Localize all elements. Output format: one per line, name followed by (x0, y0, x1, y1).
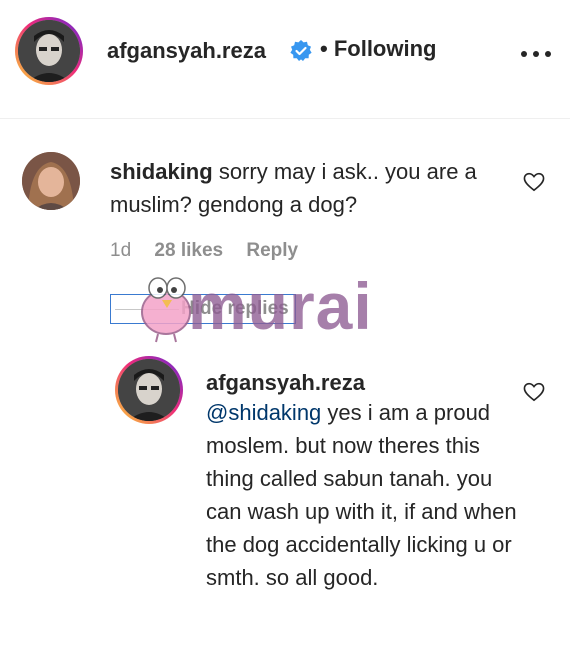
comment-likes[interactable]: 28 likes (154, 240, 223, 261)
heart-icon[interactable] (523, 172, 545, 192)
commenter-avatar[interactable] (22, 152, 80, 210)
reply-button[interactable]: Reply (246, 240, 298, 261)
following-label: Following (333, 36, 437, 61)
commenter-username[interactable]: shidaking (110, 159, 213, 184)
comment-age: 1d (110, 240, 132, 261)
reply-avatar[interactable] (115, 356, 183, 424)
reply-text: yes i am a proud moslem. but now theres … (206, 400, 517, 590)
header-avatar[interactable] (15, 17, 83, 85)
avatar-photo (18, 20, 80, 82)
reply-mention[interactable]: @shidaking (206, 400, 321, 425)
reply-body: @shidaking yes i am a proud moslem. but … (206, 396, 526, 594)
reply-username[interactable]: afgansyah.reza (206, 370, 365, 396)
watermark-text: murai (188, 269, 373, 343)
follow-status[interactable]: • Following (320, 36, 436, 62)
avatar-photo (118, 359, 180, 421)
separator-dot: • (320, 36, 328, 61)
heart-icon[interactable] (523, 382, 545, 402)
comment-meta: 1d 28 likes Reply (110, 240, 316, 262)
comment-body: shidaking sorry may i ask.. you are a mu… (110, 155, 510, 221)
header-divider (0, 118, 570, 119)
header-username[interactable]: afgansyah.reza (107, 38, 266, 64)
post-header: afgansyah.reza • Following (0, 0, 570, 104)
more-options-icon[interactable] (520, 50, 552, 58)
verified-badge-icon (290, 40, 312, 61)
